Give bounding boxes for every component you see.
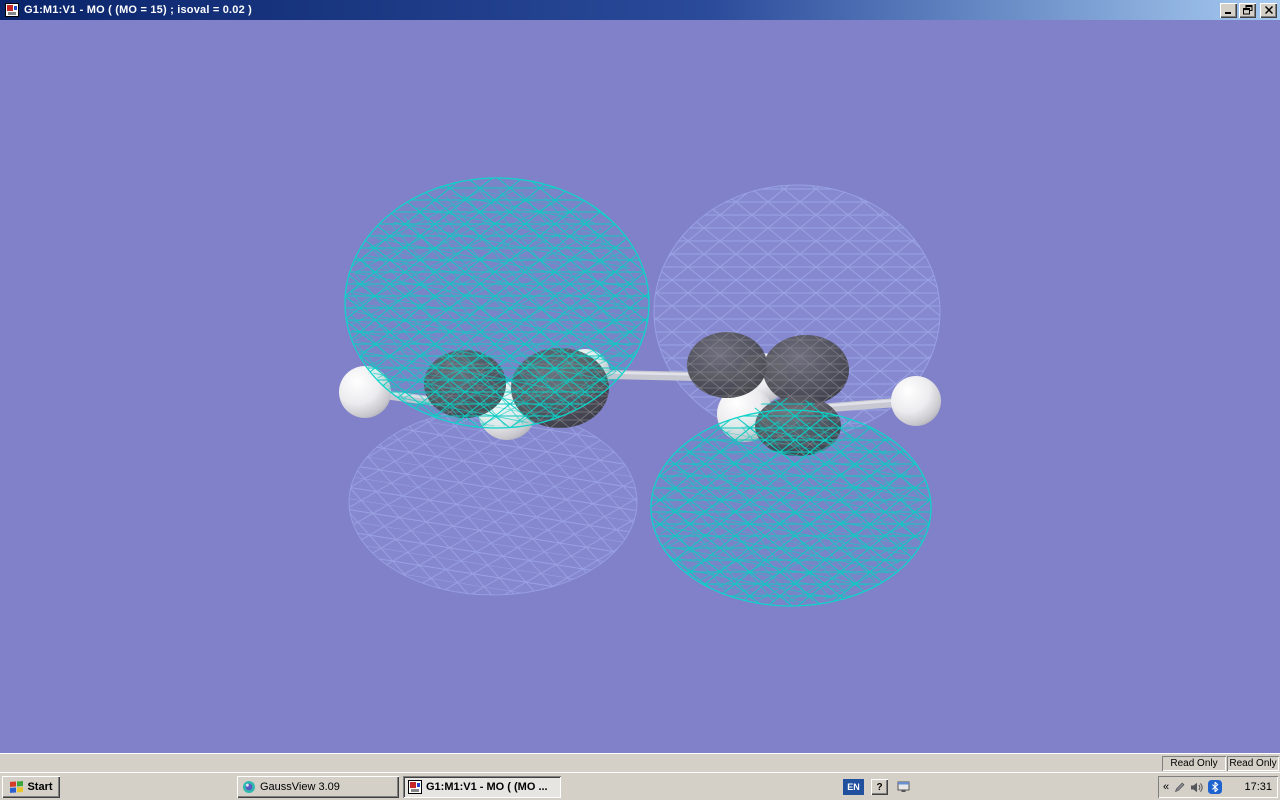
language-options-icon[interactable] [895, 779, 912, 795]
language-bar: EN ? [843, 778, 912, 796]
window-title: G1:M1:V1 - MO ( (MO = 15) ; isoval = 0.0… [24, 4, 253, 16]
close-button[interactable] [1260, 2, 1277, 18]
pen-input-tray-icon[interactable] [1174, 782, 1185, 793]
minimize-button[interactable] [1220, 2, 1237, 18]
gaussview-document-icon [408, 780, 422, 794]
bluetooth-tray-icon[interactable] [1208, 780, 1223, 794]
statusbar: Read Only Read Only [0, 753, 1280, 772]
read-only-indicator-left: Read Only [1162, 756, 1226, 771]
language-help-icon[interactable]: ? [871, 779, 888, 795]
start-button[interactable]: Start [2, 776, 60, 798]
volume-tray-icon[interactable] [1190, 782, 1203, 793]
mo-3d-scene[interactable] [0, 20, 1280, 753]
start-label: Start [27, 781, 53, 793]
window-titlebar: G1:M1:V1 - MO ( (MO = 15) ; isoval = 0.0… [0, 0, 1280, 20]
taskbar-button-mo-view[interactable]: G1:M1:V1 - MO ( (MO ... [403, 776, 561, 798]
gaussview-app-icon [242, 780, 256, 794]
system-tray: « 17:31 [1158, 776, 1278, 798]
tray-clock[interactable]: 17:31 [1244, 781, 1272, 793]
taskbar: Start GaussView 3.09 G1:M1:V1 - MO ((MO… [0, 772, 1280, 800]
gaussview-document-icon [5, 3, 19, 17]
restore-button[interactable] [1239, 2, 1256, 18]
taskbar-button-label: G1:M1:V1 - MO ( (MO ... [426, 781, 548, 793]
read-only-indicator-right: Read Only [1227, 756, 1279, 771]
orbital-lobe-positive-lower-right [650, 409, 932, 607]
tray-collapse-chevron[interactable]: « [1163, 781, 1169, 793]
orbital-lobe-positive-upper-left [344, 177, 650, 429]
mo-viewport[interactable] [0, 20, 1280, 753]
windows-flag-icon [9, 780, 24, 794]
orbital-lobe-negative-lower-left [348, 408, 638, 596]
desktop-screen: G1:M1:V1 - MO ( (MO = 15) ; isoval = 0.0… [0, 0, 1280, 800]
language-indicator[interactable]: EN [843, 779, 864, 795]
atom-hydrogen [891, 376, 941, 426]
taskbar-button-label: GaussView 3.09 [260, 781, 340, 793]
taskbar-button-gaussview[interactable]: GaussView 3.09 [237, 776, 399, 798]
